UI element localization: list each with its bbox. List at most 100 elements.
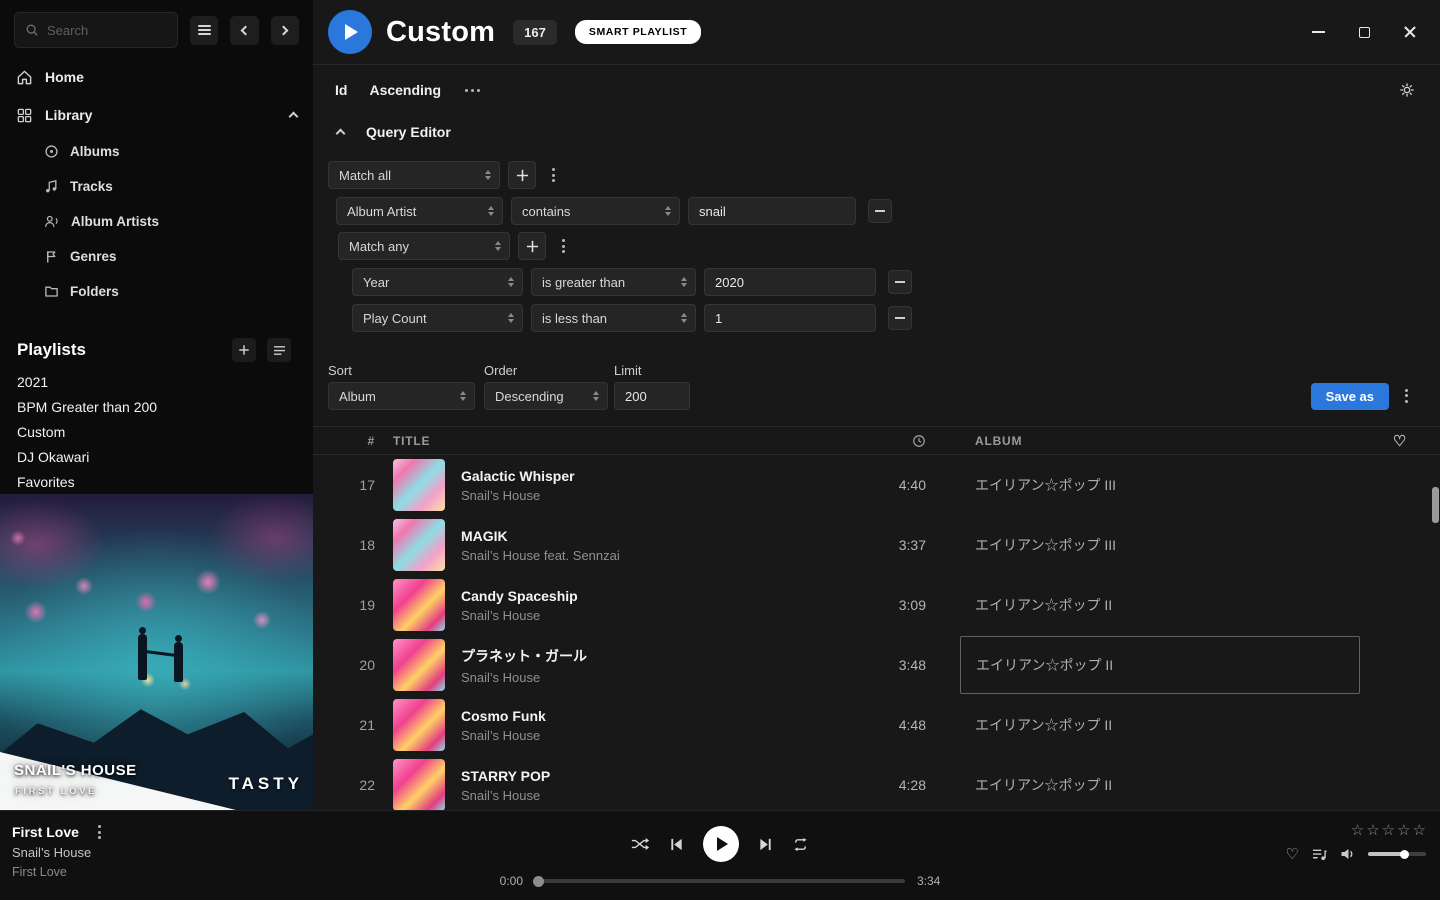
scrollbar-thumb[interactable] — [1432, 487, 1439, 523]
search-box[interactable] — [14, 12, 178, 48]
table-row[interactable]: 21 Cosmo Funk Snail’s House 4:48 エイリアン☆ポ… — [313, 695, 1440, 755]
queue-button[interactable] — [1312, 848, 1327, 861]
close-button[interactable] — [1402, 24, 1418, 40]
add-playlist-button[interactable] — [232, 338, 256, 362]
add-group-rule-button[interactable] — [518, 232, 546, 260]
playlist-item[interactable]: 2021 — [0, 369, 313, 394]
track-number: 20 — [313, 657, 375, 673]
seek-handle[interactable] — [533, 876, 544, 887]
artwork-figure — [138, 634, 147, 680]
mute-button[interactable] — [1340, 847, 1355, 861]
query-sort-select[interactable]: Album — [328, 382, 475, 410]
play-playlist-button[interactable] — [328, 10, 372, 54]
favorite-button[interactable]: ♡ — [1286, 845, 1299, 863]
track-title: Galactic Whisper — [461, 468, 846, 484]
rule-group-menu-button[interactable] — [544, 163, 562, 187]
nav-forward-button[interactable] — [271, 16, 299, 45]
sort-field-button[interactable]: Id — [335, 82, 347, 98]
sidebar-item-albums[interactable]: Albums — [0, 134, 313, 169]
minimize-icon — [1312, 31, 1325, 33]
track-menu-button[interactable] — [91, 824, 109, 840]
seek-slider[interactable] — [535, 879, 905, 883]
sidebar-item-folders[interactable]: Folders — [0, 274, 313, 309]
minimize-button[interactable] — [1310, 24, 1326, 40]
album-art-thumbnail — [393, 459, 445, 511]
sort-direction-button[interactable]: Ascending — [369, 82, 441, 98]
track-album-cell[interactable]: エイリアン☆ポップ II — [960, 576, 1360, 634]
group-rule-value-input[interactable] — [704, 304, 876, 332]
group-rule-field-select[interactable]: Play Count — [352, 304, 523, 332]
track-album-cell-focused[interactable]: エイリアン☆ポップ II — [960, 636, 1360, 694]
volume-slider[interactable] — [1368, 852, 1426, 856]
group-match-type-select[interactable]: Match any — [338, 232, 510, 260]
now-playing-artist: Snail’s House — [12, 845, 109, 860]
table-row[interactable]: 17 Galactic Whisper Snail’s House 4:40 エ… — [313, 455, 1440, 515]
rating-star[interactable]: ☆ — [1397, 823, 1410, 838]
sidebar-item-library[interactable]: Library — [0, 96, 313, 134]
search-input[interactable] — [47, 23, 167, 38]
nav-back-button[interactable] — [230, 16, 258, 45]
shuffle-button[interactable] — [631, 837, 650, 851]
artwork-title-text: FIRST LOVE — [15, 786, 97, 797]
select-value: Album Artist — [347, 204, 416, 219]
rating-star[interactable]: ☆ — [1413, 823, 1426, 838]
window-controls — [1310, 24, 1426, 40]
add-rule-button[interactable] — [508, 161, 536, 189]
rule-operator-select[interactable]: contains — [511, 197, 680, 225]
remove-rule-button[interactable] — [868, 199, 892, 223]
kebab-icon — [552, 168, 555, 182]
group-menu-button[interactable] — [554, 234, 572, 258]
playlist-item[interactable]: DJ Okawari — [0, 444, 313, 469]
table-row[interactable]: 18 MAGIK Snail’s House feat. Sennzai 3:3… — [313, 515, 1440, 575]
table-row[interactable]: 22 STARRY POP Snail’s House 4:28 エイリアン☆ポ… — [313, 755, 1440, 810]
group-rule-operator-select[interactable]: is greater than — [531, 268, 696, 296]
rule-value-input[interactable] — [688, 197, 856, 225]
playlist-item[interactable]: Favorites — [0, 469, 313, 494]
next-button[interactable] — [758, 837, 773, 852]
previous-button[interactable] — [669, 837, 684, 852]
manage-playlists-button[interactable] — [267, 338, 291, 362]
group-rule-field-select[interactable]: Year — [352, 268, 523, 296]
rating-star[interactable]: ☆ — [1351, 823, 1364, 838]
collapse-query-editor-button[interactable] — [328, 120, 352, 144]
limit-input[interactable] — [614, 382, 690, 410]
sidebar-item-genres[interactable]: Genres — [0, 239, 313, 274]
maximize-button[interactable] — [1356, 24, 1372, 40]
sidebar-item-album-artists[interactable]: Album Artists — [0, 204, 313, 239]
rating-star[interactable]: ☆ — [1382, 823, 1395, 838]
repeat-button[interactable] — [792, 837, 809, 852]
remove-group-rule-button[interactable] — [888, 306, 912, 330]
now-playing-artwork: SNAIL'S HOUSE FIRST LOVE TASTY — [0, 494, 313, 810]
column-album[interactable]: ALBUM — [960, 434, 1360, 448]
column-duration[interactable] — [846, 434, 926, 448]
remove-group-rule-button[interactable] — [888, 270, 912, 294]
settings-button[interactable] — [1399, 82, 1415, 98]
column-title[interactable]: TITLE — [393, 434, 846, 448]
column-index[interactable]: # — [313, 434, 375, 448]
play-pause-button[interactable] — [703, 826, 739, 862]
track-album-cell[interactable]: エイリアン☆ポップ III — [960, 456, 1360, 514]
more-options-button[interactable] — [465, 89, 480, 92]
match-type-select[interactable]: Match all — [328, 161, 500, 189]
save-menu-button[interactable] — [1397, 384, 1415, 408]
rating-star[interactable]: ☆ — [1366, 823, 1379, 838]
group-rule-operator-select[interactable]: is less than — [531, 304, 696, 332]
sidebar-item-home[interactable]: Home — [0, 58, 313, 96]
column-favorite[interactable]: ♡ — [1360, 432, 1440, 450]
playlist-item[interactable]: Custom — [0, 419, 313, 444]
volume-handle[interactable] — [1400, 850, 1409, 859]
select-caret-icon — [673, 277, 687, 287]
group-rule-value-input[interactable] — [704, 268, 876, 296]
playlist-item[interactable]: BPM Greater than 200 — [0, 394, 313, 419]
table-row[interactable]: 20 プラネット・ガール Snail’s House 3:48 エイリアン☆ポッ… — [313, 635, 1440, 695]
rule-field-select[interactable]: Album Artist — [336, 197, 503, 225]
menu-button[interactable] — [190, 16, 218, 45]
track-number: 21 — [313, 717, 375, 733]
track-album-cell[interactable]: エイリアン☆ポップ III — [960, 516, 1360, 574]
track-album-cell[interactable]: エイリアン☆ポップ II — [960, 756, 1360, 810]
track-album-cell[interactable]: エイリアン☆ポップ II — [960, 696, 1360, 754]
save-as-button[interactable]: Save as — [1311, 383, 1389, 410]
query-order-select[interactable]: Descending — [484, 382, 608, 410]
sidebar-item-tracks[interactable]: Tracks — [0, 169, 313, 204]
table-row[interactable]: 19 Candy Spaceship Snail’s House 3:09 エイ… — [313, 575, 1440, 635]
